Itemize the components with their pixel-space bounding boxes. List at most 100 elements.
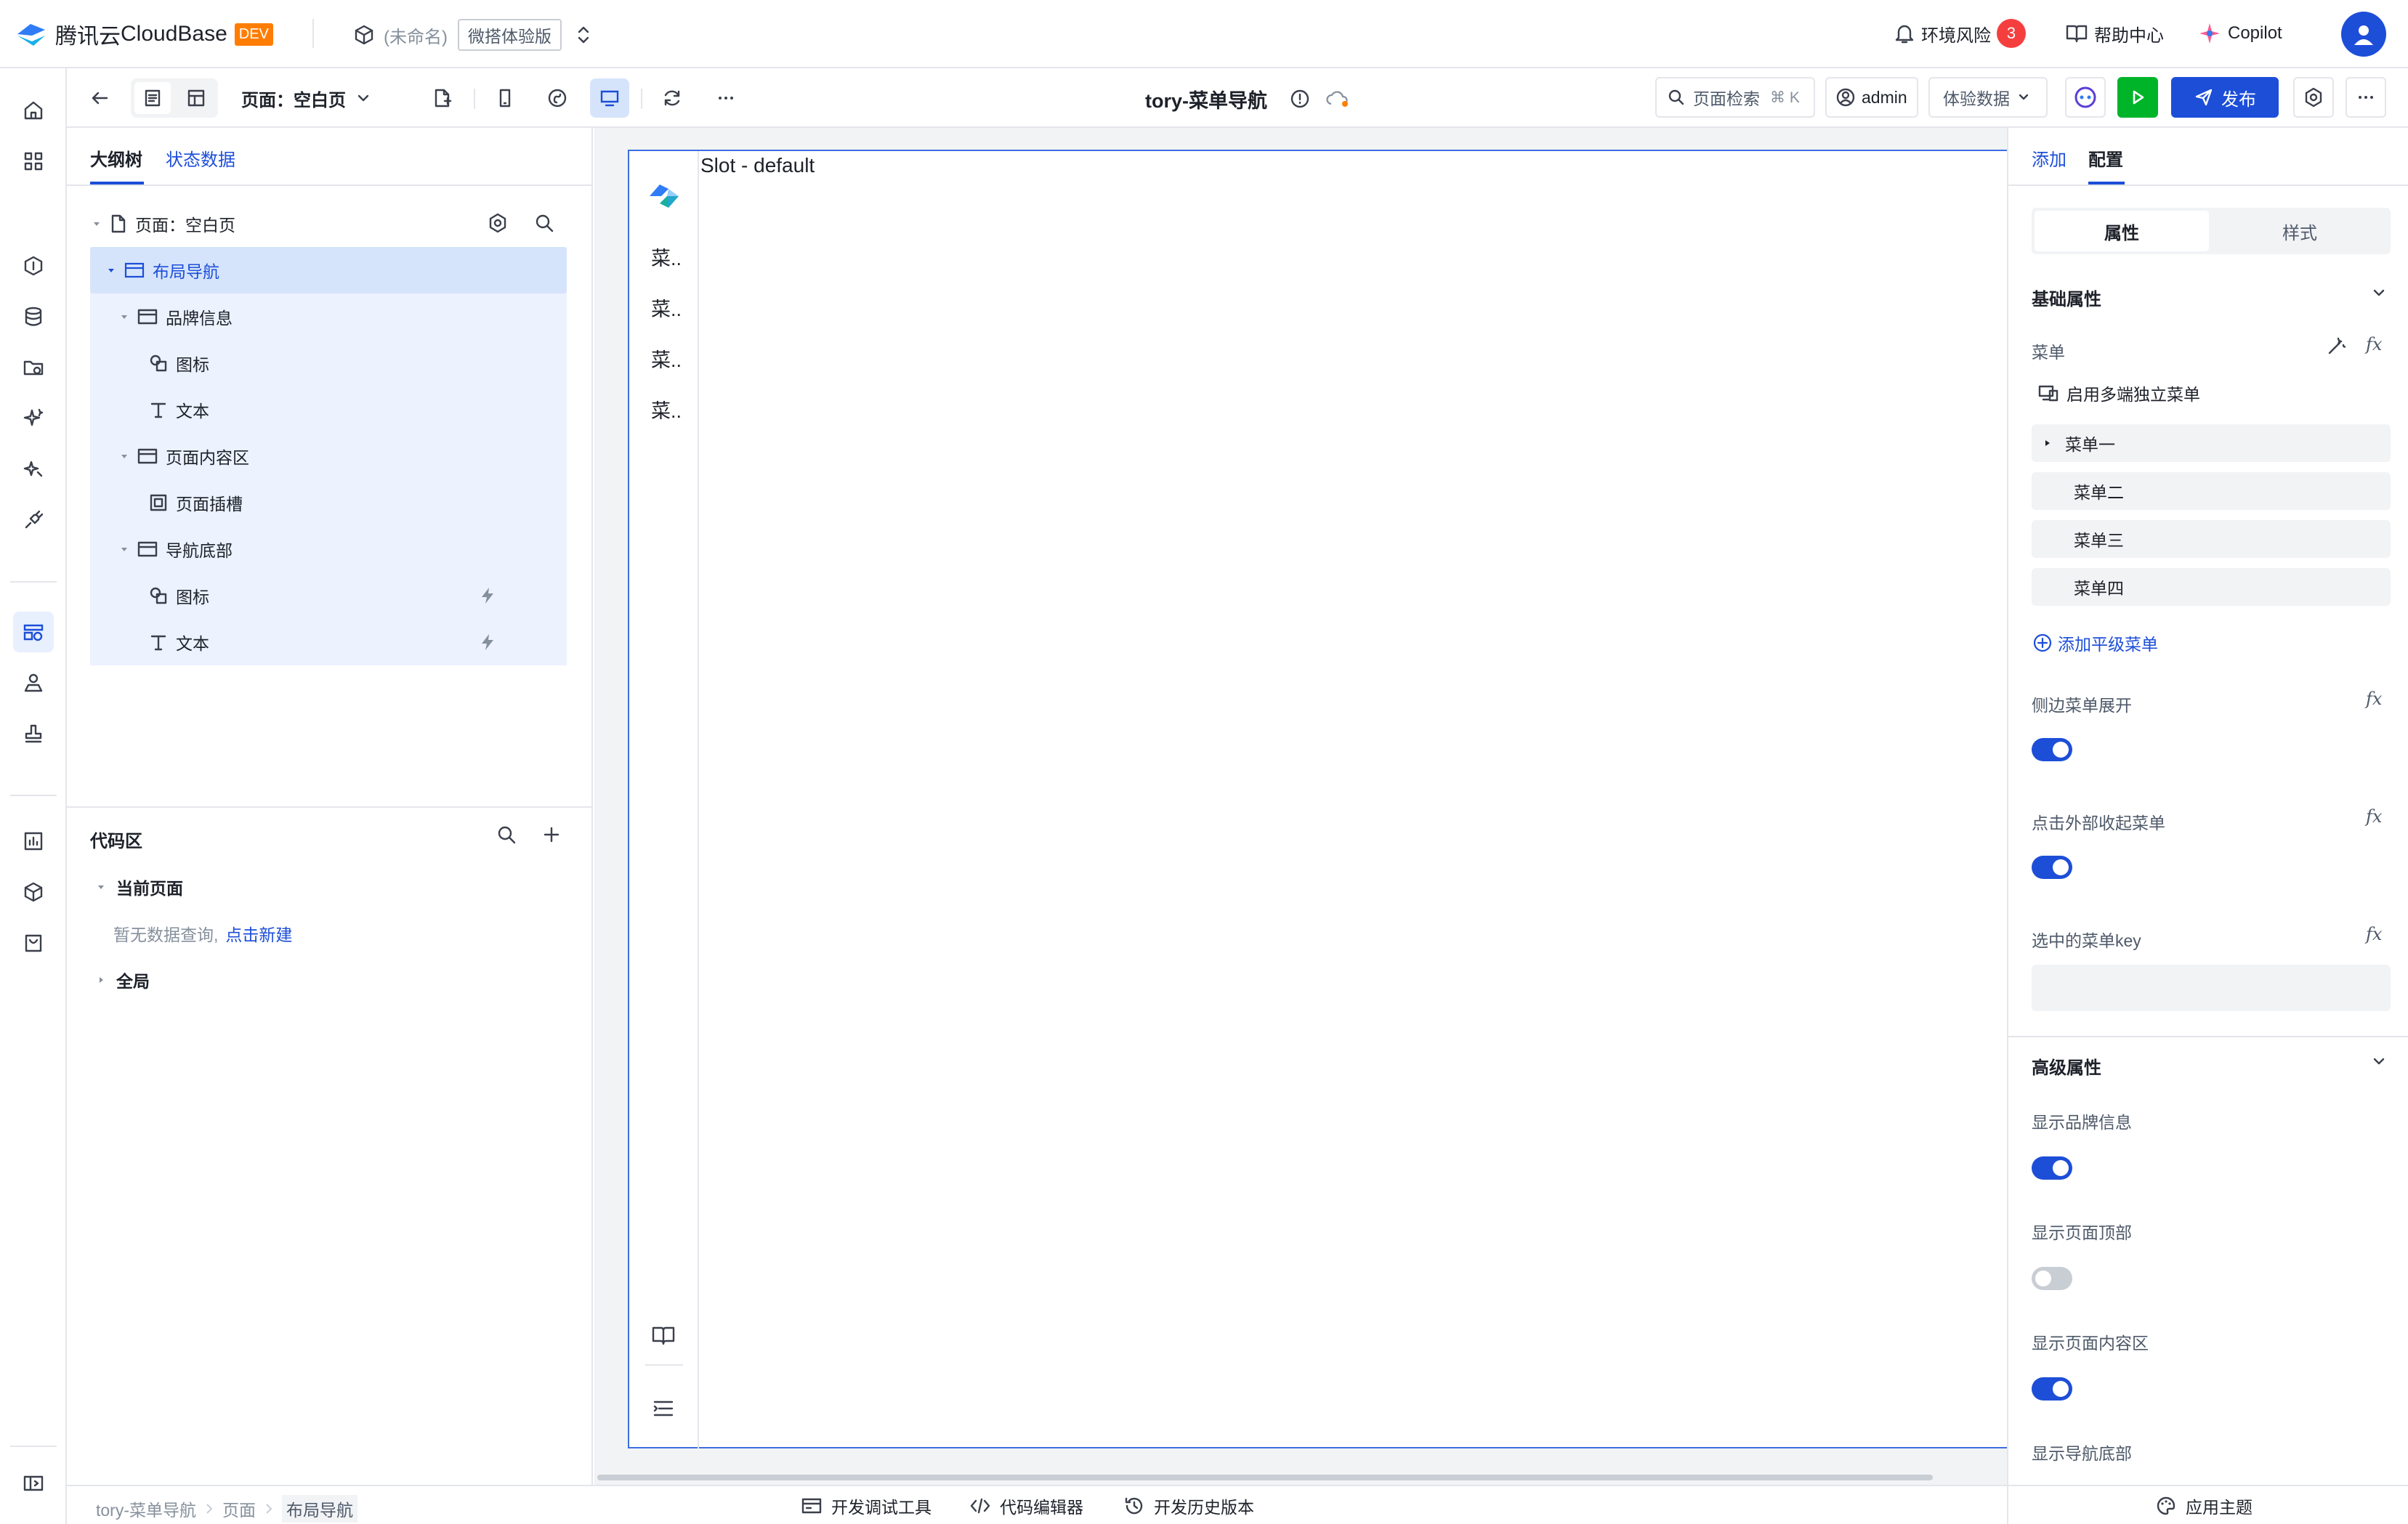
nav-menu-item[interactable]: 菜..: [651, 344, 682, 373]
data-mode-select[interactable]: 体验数据: [1928, 77, 2048, 118]
nav-editor[interactable]: [13, 612, 54, 652]
nav-menu-item[interactable]: 菜..: [651, 243, 682, 271]
nav-collapse[interactable]: [13, 1463, 54, 1504]
nav-market[interactable]: [13, 923, 54, 963]
tree-node-layout-nav[interactable]: 布局导航: [90, 247, 567, 293]
back-button[interactable]: [80, 78, 119, 118]
search-icon[interactable]: [533, 212, 555, 234]
nav-model[interactable]: [13, 246, 54, 286]
more-button[interactable]: [706, 78, 746, 118]
click-collapse-toggle[interactable]: [2032, 856, 2072, 879]
avatar[interactable]: [2341, 12, 2386, 57]
create-query-link[interactable]: 点击新建: [225, 921, 292, 946]
selected-key-input[interactable]: [2032, 965, 2391, 1011]
code-global[interactable]: 全局: [96, 968, 150, 992]
gear-icon[interactable]: [487, 212, 509, 234]
search-icon[interactable]: [496, 824, 517, 846]
page-selector[interactable]: 页面：空白页: [241, 78, 387, 118]
pc-preview-button[interactable]: [590, 78, 629, 118]
page-search-button[interactable]: 页面检索 ⌘ K: [1655, 77, 1815, 118]
nav-database[interactable]: [13, 296, 54, 337]
nav-home[interactable]: [13, 90, 54, 131]
user-button[interactable]: admin: [1825, 77, 1918, 118]
breadcrumb-item[interactable]: tory-菜单导航: [96, 1496, 196, 1521]
lightning-icon[interactable]: [478, 632, 497, 652]
new-page-button[interactable]: [423, 78, 462, 118]
fx-icon[interactable]: fx: [2366, 689, 2382, 709]
help-center-button[interactable]: 帮助中心: [2065, 17, 2164, 49]
settings-button[interactable]: [2293, 77, 2334, 118]
history-button[interactable]: 开发历史版本: [1123, 1493, 1254, 1518]
debug-tool-button[interactable]: 开发调试工具: [801, 1493, 932, 1518]
nav-ai[interactable]: [13, 398, 54, 439]
copilot-button[interactable]: Copilot: [2197, 17, 2282, 49]
chevron-down-icon[interactable]: [2372, 1056, 2386, 1066]
tab-add[interactable]: 添加: [2032, 145, 2066, 171]
menu-fold-icon[interactable]: [651, 1396, 676, 1421]
show-brand-toggle[interactable]: [2032, 1156, 2072, 1180]
tree-node-brand-icon[interactable]: 图标: [90, 340, 567, 386]
nav-deploy[interactable]: [13, 713, 54, 754]
menu-row[interactable]: 菜单三: [2032, 520, 2391, 558]
cloud-sync-icon[interactable]: [1325, 88, 1350, 110]
layout-nav-component[interactable]: 菜.. 菜.. 菜.. 菜.. Slot - default: [628, 150, 2007, 1448]
nav-users[interactable]: [13, 662, 54, 703]
basic-props-title[interactable]: 基础属性: [2032, 285, 2101, 310]
menu-row[interactable]: 菜单二: [2032, 472, 2391, 510]
horizontal-scrollbar[interactable]: [597, 1475, 1933, 1480]
nav-storage[interactable]: [13, 347, 54, 388]
code-editor-button[interactable]: 代码编辑器: [969, 1493, 1083, 1518]
publish-button[interactable]: 发布: [2171, 77, 2279, 118]
breadcrumb-item[interactable]: 布局导航: [282, 1495, 357, 1523]
multi-menu-option[interactable]: 启用多端独立菜单: [2037, 381, 2200, 405]
menu-row[interactable]: 菜单四: [2032, 568, 2391, 606]
page-view-button[interactable]: [134, 82, 171, 114]
app-selector[interactable]: (未命名) 微搭体验版: [353, 19, 591, 51]
tree-node-slot[interactable]: 页面插槽: [90, 479, 567, 526]
fx-icon[interactable]: fx: [2366, 924, 2382, 944]
nav-analytics[interactable]: [13, 821, 54, 862]
miniprogram-preview-button[interactable]: [538, 78, 577, 118]
add-menu-button[interactable]: 添加平级菜单: [2032, 631, 2158, 655]
nav-extension[interactable]: [13, 872, 54, 912]
ai-assistant-button[interactable]: [2065, 77, 2106, 118]
fx-icon[interactable]: fx: [2366, 806, 2382, 827]
breadcrumb-item[interactable]: 页面: [222, 1496, 256, 1521]
show-content-toggle[interactable]: [2032, 1377, 2072, 1401]
menu-row[interactable]: 菜单一: [2032, 424, 2391, 462]
chevron-down-icon[interactable]: [2372, 288, 2386, 298]
nav-menu-item[interactable]: 菜..: [651, 293, 682, 322]
lightning-icon[interactable]: [478, 585, 497, 606]
nav-menu-item[interactable]: 菜..: [651, 395, 682, 423]
code-current-page[interactable]: 当前页面: [96, 875, 183, 899]
tree-node-brand[interactable]: 品牌信息: [90, 293, 567, 340]
side-expand-toggle[interactable]: [2032, 738, 2072, 761]
tree-node-content[interactable]: 页面内容区: [90, 433, 567, 479]
magic-wand-icon[interactable]: [2325, 336, 2347, 357]
advanced-props-title[interactable]: 高级属性: [2032, 1053, 2101, 1079]
nav-plugin[interactable]: [13, 500, 54, 540]
tab-outline[interactable]: 大纲树: [90, 145, 142, 171]
book-icon[interactable]: [651, 1324, 676, 1348]
app-theme-button[interactable]: 应用主题: [2155, 1493, 2253, 1518]
tree-node-brand-text[interactable]: 文本: [90, 386, 567, 433]
toolbar-more-button[interactable]: [2346, 77, 2386, 118]
nav-apps[interactable]: [13, 141, 54, 182]
show-top-toggle[interactable]: [2032, 1267, 2072, 1290]
tab-config[interactable]: 配置: [2088, 145, 2123, 171]
run-button[interactable]: [2117, 77, 2158, 118]
info-icon[interactable]: [1289, 88, 1311, 110]
brand-logo[interactable]: 腾讯云 CloudBase DEV: [15, 17, 273, 51]
plus-icon[interactable]: [541, 824, 562, 846]
fx-icon[interactable]: fx: [2366, 334, 2382, 354]
layout-view-button[interactable]: [178, 82, 214, 114]
env-risk-button[interactable]: 环境风险 3: [1894, 17, 2026, 49]
tab-state-data[interactable]: 状态数据: [166, 145, 235, 171]
refresh-button[interactable]: [652, 78, 692, 118]
segment-properties[interactable]: 属性: [2035, 211, 2209, 251]
tree-node-footer[interactable]: 导航底部: [90, 526, 567, 572]
nav-agent[interactable]: [13, 449, 54, 490]
mobile-preview-button[interactable]: [485, 78, 525, 118]
caret-down-icon: [94, 222, 100, 226]
segment-style[interactable]: 样式: [2212, 211, 2388, 251]
